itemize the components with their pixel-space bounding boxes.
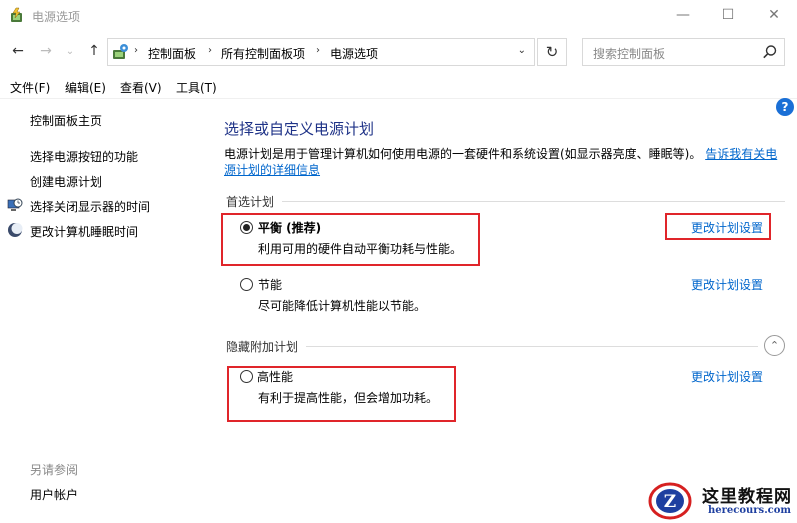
breadcrumb-power-options[interactable]: 电源选项 bbox=[330, 45, 378, 62]
breadcrumb-separator: › bbox=[208, 45, 212, 56]
menu-edit[interactable]: 编辑(E) bbox=[65, 79, 106, 96]
menu-file[interactable]: 文件(F) bbox=[10, 79, 50, 96]
minimize-button[interactable]: — bbox=[660, 0, 706, 30]
forward-button[interactable]: → bbox=[36, 41, 56, 61]
search-input[interactable]: 搜索控制面板 bbox=[582, 38, 785, 66]
sidebar-item-user-accounts[interactable]: 用户帐户 bbox=[30, 486, 78, 503]
sidebar-home-link[interactable]: 控制面板主页 bbox=[30, 112, 102, 129]
description-text: 电源计划是用于管理计算机如何使用电源的一套硬件和系统设置(如显示器亮度、睡眠等)… bbox=[224, 147, 702, 161]
monitor-clock-icon bbox=[7, 198, 23, 211]
plan-desc-high-performance: 有利于提高性能，但会增加功耗。 bbox=[258, 391, 439, 405]
maximize-button[interactable]: ☐ bbox=[705, 0, 751, 30]
sidebar-item-create-plan[interactable]: 创建电源计划 bbox=[30, 173, 102, 190]
refresh-icon: ↻ bbox=[545, 43, 559, 61]
plan-desc-power-saver: 尽可能降低计算机性能以节能。 bbox=[258, 299, 427, 313]
back-button[interactable]: ← bbox=[8, 41, 28, 61]
preferred-plans-heading: 首选计划 bbox=[226, 195, 275, 209]
arrow-right-icon: → bbox=[40, 43, 52, 59]
chevron-up-icon: ⌃ bbox=[769, 339, 780, 352]
moon-sleep-icon bbox=[8, 223, 23, 237]
change-plan-settings-high-performance[interactable]: 更改计划设置 bbox=[691, 368, 763, 385]
address-bar[interactable]: › 控制面板 › 所有控制面板项 › 电源选项 ⌄ bbox=[107, 38, 535, 66]
breadcrumb-separator: › bbox=[134, 45, 138, 56]
hidden-plans-heading: 隐藏附加计划 bbox=[226, 340, 299, 354]
sidebar-item-power-button[interactable]: 选择电源按钮的功能 bbox=[30, 148, 138, 165]
help-icon: ? bbox=[781, 100, 789, 114]
plan-radio-power-saver[interactable] bbox=[240, 278, 253, 291]
control-panel-icon bbox=[113, 44, 128, 59]
plan-name-high-performance: 高性能 bbox=[257, 370, 294, 384]
see-also-heading: 另请参阅 bbox=[30, 463, 79, 477]
watermark-logo-icon: Z bbox=[648, 482, 692, 520]
sidebar-item-sleep-time[interactable]: 更改计算机睡眠时间 bbox=[30, 223, 138, 240]
page-title: 选择或自定义电源计划 bbox=[224, 120, 375, 138]
breadcrumb-all-items[interactable]: 所有控制面板项 bbox=[221, 45, 305, 62]
search-icon[interactable] bbox=[762, 44, 778, 60]
watermark-logo-letter: Z bbox=[664, 492, 676, 512]
menu-view[interactable]: 查看(V) bbox=[120, 79, 162, 96]
chevron-down-icon: ⌄ bbox=[65, 45, 75, 57]
watermark-url: herecours.com bbox=[708, 505, 792, 516]
page-description: 电源计划是用于管理计算机如何使用电源的一套硬件和系统设置(如显示器亮度、睡眠等)… bbox=[224, 146, 789, 178]
maximize-icon: ☐ bbox=[721, 7, 735, 23]
breadcrumb-separator: › bbox=[316, 45, 320, 56]
close-button[interactable]: ✕ bbox=[751, 0, 797, 30]
breadcrumb-control-panel[interactable]: 控制面板 bbox=[148, 45, 196, 62]
minimize-icon: — bbox=[676, 7, 690, 23]
plan-name-balanced: 平衡 (推荐) bbox=[258, 221, 322, 235]
address-dropdown-icon[interactable]: ⌄ bbox=[518, 45, 526, 56]
arrow-left-icon: ← bbox=[12, 43, 24, 59]
refresh-button[interactable]: ↻ bbox=[537, 38, 567, 66]
section-divider bbox=[306, 346, 758, 347]
plan-radio-high-performance[interactable] bbox=[240, 370, 253, 383]
power-options-icon bbox=[11, 7, 22, 22]
change-plan-settings-power-saver[interactable]: 更改计划设置 bbox=[691, 276, 763, 293]
arrow-up-icon: ↑ bbox=[88, 43, 100, 59]
search-placeholder: 搜索控制面板 bbox=[593, 47, 666, 61]
navigation-bar: ← → ⌄ ↑ › 控制面板 › 所有控制面板项 › 电源选项 ⌄ ↻ 搜索控制… bbox=[0, 34, 797, 68]
menu-tools[interactable]: 工具(T) bbox=[176, 79, 217, 96]
title-bar: 电源选项 — ☐ ✕ bbox=[0, 0, 797, 32]
plan-name-power-saver: 节能 bbox=[258, 278, 283, 292]
window-title: 电源选项 bbox=[32, 10, 81, 24]
collapse-button[interactable]: ⌃ bbox=[764, 335, 785, 356]
watermark-title: 这里教程网 bbox=[702, 487, 792, 507]
section-divider bbox=[282, 201, 785, 202]
plan-radio-balanced[interactable] bbox=[240, 221, 253, 234]
recent-locations-button[interactable]: ⌄ bbox=[60, 41, 80, 61]
plan-desc-balanced: 利用可用的硬件自动平衡功耗与性能。 bbox=[258, 242, 463, 256]
up-button[interactable]: ↑ bbox=[84, 41, 104, 61]
watermark: Z 这里教程网 herecours.com bbox=[648, 478, 797, 523]
menu-bar: 文件(F) 编辑(E) 查看(V) 工具(T) bbox=[0, 76, 797, 98]
close-icon: ✕ bbox=[768, 7, 780, 23]
divider bbox=[0, 98, 797, 99]
help-button[interactable]: ? bbox=[776, 98, 794, 116]
change-plan-settings-balanced[interactable]: 更改计划设置 bbox=[691, 219, 763, 236]
sidebar-item-display-off[interactable]: 选择关闭显示器的时间 bbox=[30, 198, 150, 215]
